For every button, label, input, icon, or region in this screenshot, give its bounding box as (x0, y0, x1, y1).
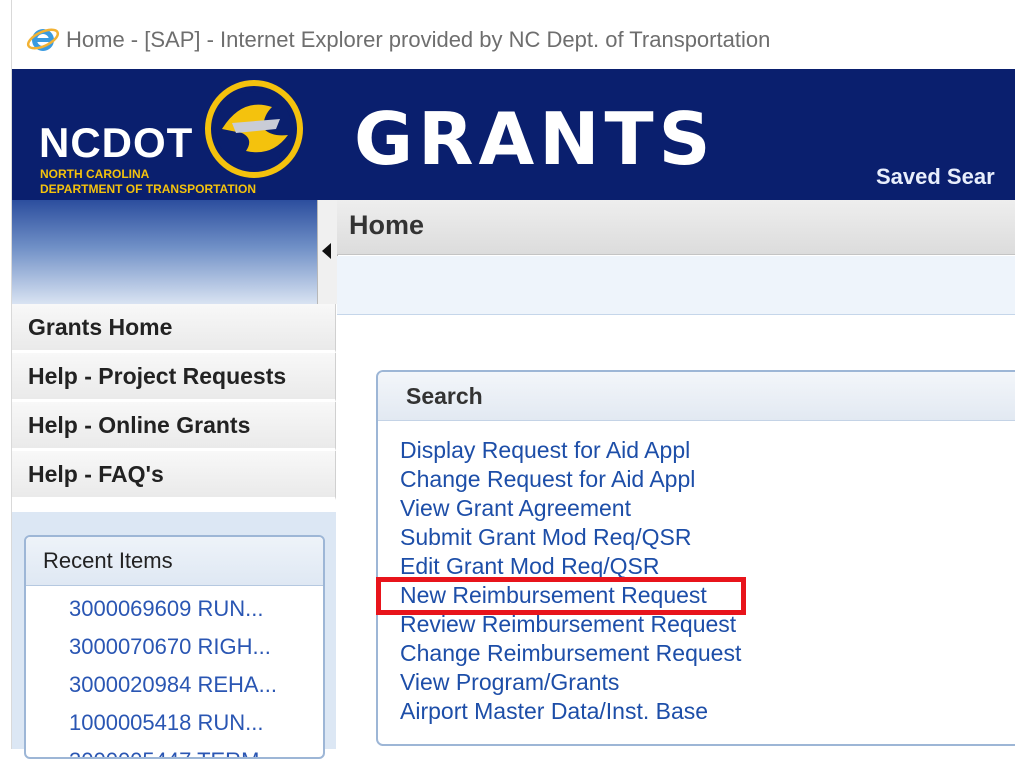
search-panel: Search Display Request for Aid Appl Chan… (376, 370, 1015, 746)
ncdot-seal-icon (205, 80, 303, 178)
app-title: GRANTS (354, 97, 716, 181)
window-title: Home - [SAP] - Internet Explorer provide… (66, 27, 771, 52)
sidebar-header (12, 200, 317, 304)
recent-item[interactable]: 3000005447 TERM... (69, 742, 323, 757)
recent-item[interactable]: 3000069609 RUN... (69, 590, 323, 628)
link-submit-grant-mod[interactable]: Submit Grant Mod Req/QSR (400, 523, 741, 552)
link-airport-master-data[interactable]: Airport Master Data/Inst. Base (400, 697, 741, 726)
link-change-reimbursement-request[interactable]: Change Reimbursement Request (400, 639, 741, 668)
main-toolbar (337, 256, 1015, 315)
sidebar-nav: Grants Home Help - Project Requests Help… (12, 304, 336, 500)
sidebar-item-help-online-grants[interactable]: Help - Online Grants (12, 402, 336, 451)
recent-items-panel: Recent Items 3000069609 RUN... 300007067… (24, 535, 325, 759)
saved-searches-link[interactable]: Saved Sear (876, 164, 995, 190)
link-view-grant-agreement[interactable]: View Grant Agreement (400, 494, 741, 523)
highlight-annotation-box (376, 577, 746, 615)
link-display-request-for-aid[interactable]: Display Request for Aid Appl (400, 436, 741, 465)
link-view-program-grants[interactable]: View Program/Grants (400, 668, 741, 697)
recent-items-title: Recent Items (26, 537, 323, 586)
recent-item[interactable]: 3000070670 RIGH... (69, 628, 323, 666)
sidebar-item-help-project-requests[interactable]: Help - Project Requests (12, 353, 336, 402)
sidebar-item-grants-home[interactable]: Grants Home (12, 304, 336, 353)
collapse-arrow-icon (322, 243, 331, 259)
internet-explorer-icon (26, 28, 60, 51)
browser-titlebar: Home - [SAP] - Internet Explorer provide… (12, 0, 1015, 69)
brand-logo-text: NCDOT (39, 119, 194, 166)
header-banner: NCDOT NORTH CAROLINA DEPARTMENT OF TRANS… (12, 69, 1015, 200)
link-change-request-for-aid[interactable]: Change Request for Aid Appl (400, 465, 741, 494)
recent-item[interactable]: 3000020984 REHA... (69, 666, 323, 704)
brand-subtitle-department: DEPARTMENT OF TRANSPORTATION (40, 182, 256, 196)
page-title: Home (349, 210, 425, 240)
window-frame-left (0, 0, 12, 749)
sidebar-collapse-handle[interactable] (317, 200, 338, 304)
brand-subtitle-state: NORTH CAROLINA (40, 167, 150, 181)
search-panel-title: Search (378, 372, 1015, 421)
recent-items-list: 3000069609 RUN... 3000070670 RIGH... 300… (26, 586, 323, 757)
main-header: Home (337, 200, 1015, 255)
recent-item[interactable]: 1000005418 RUN... (69, 704, 323, 742)
sidebar-item-help-faqs[interactable]: Help - FAQ's (12, 451, 336, 500)
